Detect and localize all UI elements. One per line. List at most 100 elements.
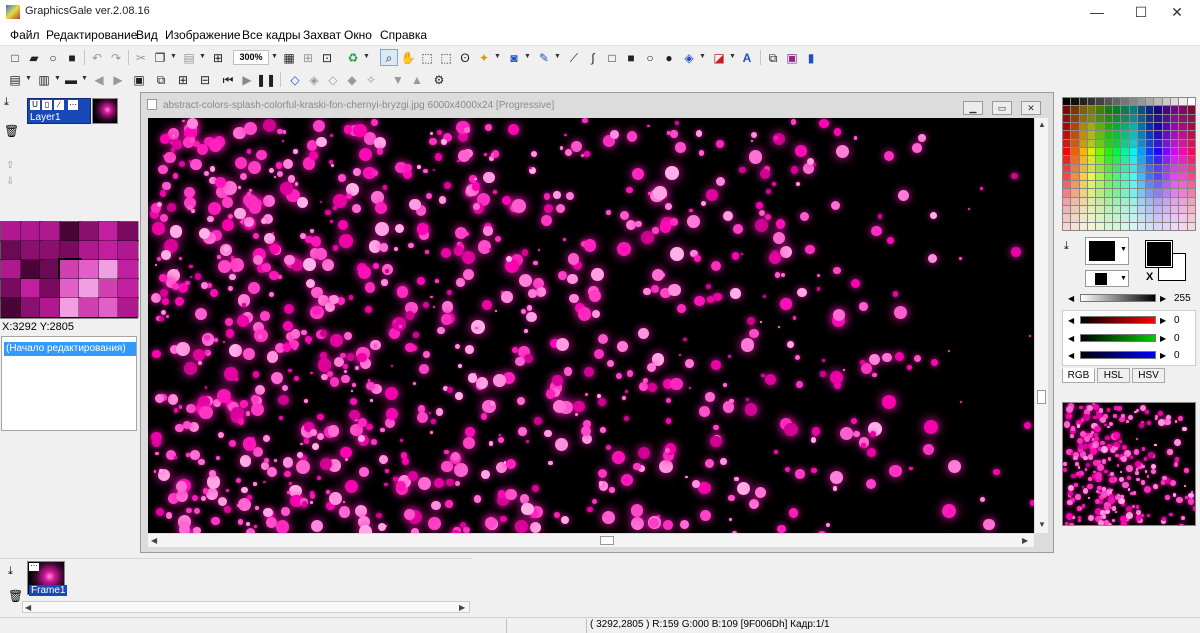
gray-slider[interactable] — [1080, 294, 1156, 302]
frame-props-icon[interactable]: ▣ — [130, 71, 148, 88]
green-right-arrow[interactable]: ▶ — [1160, 334, 1166, 343]
history-item[interactable]: (Начало редактирования) — [4, 342, 136, 356]
frame-scrollbar[interactable]: ◀ ▶ — [22, 601, 470, 613]
red-slider[interactable] — [1080, 316, 1156, 324]
capture-area-icon[interactable]: ▣ — [783, 49, 801, 66]
frame-delete-icon[interactable]: ⊟ — [196, 71, 214, 88]
next-arrow-icon[interactable]: ▶ — [109, 71, 127, 88]
grid-icon[interactable]: ▦ — [280, 49, 298, 66]
layer-item[interactable]: U ▯ ∕ ⋯ Layer1 — [27, 98, 91, 124]
frame-insert-icon[interactable]: ⊞ — [174, 71, 192, 88]
edit-icon[interactable]: ∕ — [54, 100, 64, 110]
cut-icon[interactable]: ✂ — [132, 49, 150, 66]
layer-download-icon[interactable]: ⤓ — [4, 96, 9, 109]
settings-icon[interactable]: ⚙ — [430, 71, 448, 88]
navigator-preview[interactable] — [1062, 402, 1196, 526]
red-right-arrow[interactable]: ▶ — [1160, 316, 1166, 325]
tab-hsl[interactable]: HSL — [1097, 368, 1130, 383]
color-download-icon[interactable]: ⤓ — [1064, 240, 1069, 253]
menu-file[interactable]: Файл — [10, 28, 40, 42]
frame-download-icon[interactable]: ⤓ — [8, 565, 13, 578]
spray-icon[interactable]: ▮ — [802, 49, 820, 66]
filled-rect-icon[interactable]: ■ — [622, 49, 640, 66]
frame-more-icon[interactable]: ⋯ — [29, 563, 39, 571]
layer-trash-icon[interactable]: 🗑 — [4, 124, 19, 138]
pattern-icon[interactable]: ◪ — [710, 49, 728, 66]
lock-icon[interactable]: ▯ — [42, 100, 52, 110]
blue-left-arrow[interactable]: ◀ — [1068, 351, 1074, 360]
close-button[interactable]: ✕ — [1154, 0, 1200, 24]
pencil-icon[interactable]: ✎ — [535, 49, 553, 66]
new-file-icon[interactable]: □ — [6, 49, 24, 66]
rect-select-icon[interactable]: ⬚ — [418, 49, 436, 66]
doc-restore-button[interactable]: ▭ — [992, 101, 1012, 115]
tab-hsv[interactable]: HSV — [1132, 368, 1165, 383]
menu-window[interactable]: Окно — [344, 28, 372, 42]
grid-select-icon[interactable]: ⊡ — [318, 49, 336, 66]
doc-close-button[interactable]: ✕ — [1021, 101, 1041, 115]
layer-down-icon[interactable]: ⇩ — [6, 176, 14, 187]
paste-icon[interactable]: ▤ — [180, 49, 198, 66]
minimize-button[interactable]: — — [1074, 0, 1120, 24]
blue-right-arrow[interactable]: ▶ — [1160, 351, 1166, 360]
hand-tool-icon[interactable]: ✋ — [399, 49, 417, 66]
color-palette[interactable] — [1062, 97, 1196, 231]
ellipse-icon[interactable]: ○ — [641, 49, 659, 66]
layer-up-icon[interactable]: ⇧ — [6, 160, 14, 171]
move-up-icon[interactable]: ▲ — [408, 71, 426, 88]
doc-minimize-button[interactable]: ▁ — [963, 101, 983, 115]
green-slider[interactable] — [1080, 334, 1156, 342]
tab-rgb[interactable]: RGB — [1062, 368, 1095, 383]
crop-icon[interactable]: ⊞ — [209, 49, 227, 66]
rectangle-icon[interactable]: □ — [603, 49, 621, 66]
lasso-icon[interactable]: ʘ — [456, 49, 474, 66]
vertical-scrollbar[interactable]: ▲ ▼ — [1034, 118, 1048, 533]
more-icon[interactable]: ⋯ — [68, 100, 78, 110]
play-icon[interactable]: ▶ — [238, 71, 256, 88]
free-select-icon[interactable]: ⬚ — [437, 49, 455, 66]
curve-icon[interactable]: ∫ — [584, 49, 602, 66]
filter-icon[interactable]: ✧ — [362, 71, 380, 88]
line-icon[interactable]: ⟋ — [565, 49, 583, 66]
brush-size-select[interactable]: ▼ — [1085, 270, 1129, 287]
first-frame-icon[interactable]: ⏮ — [219, 71, 237, 88]
horizontal-scrollbar[interactable]: ◀ ▶ — [148, 533, 1034, 547]
gray-right-arrow[interactable]: ▶ — [1160, 294, 1166, 303]
brush-shape-select[interactable]: ▼ — [1085, 237, 1129, 265]
text-tool-icon[interactable]: A — [738, 49, 756, 66]
grid-fine-icon[interactable]: ⊞ — [299, 49, 317, 66]
green-left-arrow[interactable]: ◀ — [1068, 334, 1074, 343]
select-color-icon[interactable]: ◙ — [505, 49, 523, 66]
frame-icon[interactable]: ▬ — [62, 71, 80, 88]
recycle-icon[interactable]: ♻ — [344, 49, 362, 66]
swap-colors-button[interactable]: X — [1146, 271, 1153, 283]
menu-help[interactable]: Справка — [380, 28, 427, 42]
frame-trash-icon[interactable]: 🗑 — [8, 589, 23, 603]
frame-copy-icon[interactable]: ⧉ — [152, 71, 170, 88]
image-canvas[interactable] — [148, 118, 1034, 533]
capture-window-icon[interactable]: ⧉ — [764, 49, 782, 66]
pause-icon[interactable]: ❚❚ — [256, 71, 276, 88]
redo-icon[interactable]: ↷ — [107, 49, 125, 66]
layer-view-icon[interactable]: ▤ — [6, 71, 24, 88]
menu-edit[interactable]: Редактирование — [46, 28, 137, 42]
menu-image[interactable]: Изображение — [165, 28, 241, 42]
move-down-icon[interactable]: ▼ — [389, 71, 407, 88]
zoom-select[interactable]: 300% — [233, 50, 269, 65]
foreground-color-swatch[interactable] — [1146, 241, 1172, 267]
magic-wand-icon[interactable]: ✦ — [475, 49, 493, 66]
menu-view[interactable]: Вид — [136, 28, 158, 42]
resize-icon[interactable]: ◆ — [343, 71, 361, 88]
visibility-icon[interactable]: U — [30, 100, 40, 110]
rotate-icon[interactable]: ◇ — [324, 71, 342, 88]
copy-icon[interactable]: ❐ — [151, 49, 169, 66]
undo-icon[interactable]: ↶ — [88, 49, 106, 66]
gray-left-arrow[interactable]: ◀ — [1068, 294, 1074, 303]
flip-icon[interactable]: ◈ — [305, 71, 323, 88]
frame-thumbnail[interactable]: ⋯ Frame1 — [27, 561, 68, 596]
zoom-tool-icon[interactable]: ⌕ — [380, 49, 398, 66]
fill-icon[interactable]: ◈ — [680, 49, 698, 66]
search-icon[interactable]: ○ — [44, 49, 62, 66]
blue-slider[interactable] — [1080, 351, 1156, 359]
menu-capture[interactable]: Захват — [303, 28, 341, 42]
